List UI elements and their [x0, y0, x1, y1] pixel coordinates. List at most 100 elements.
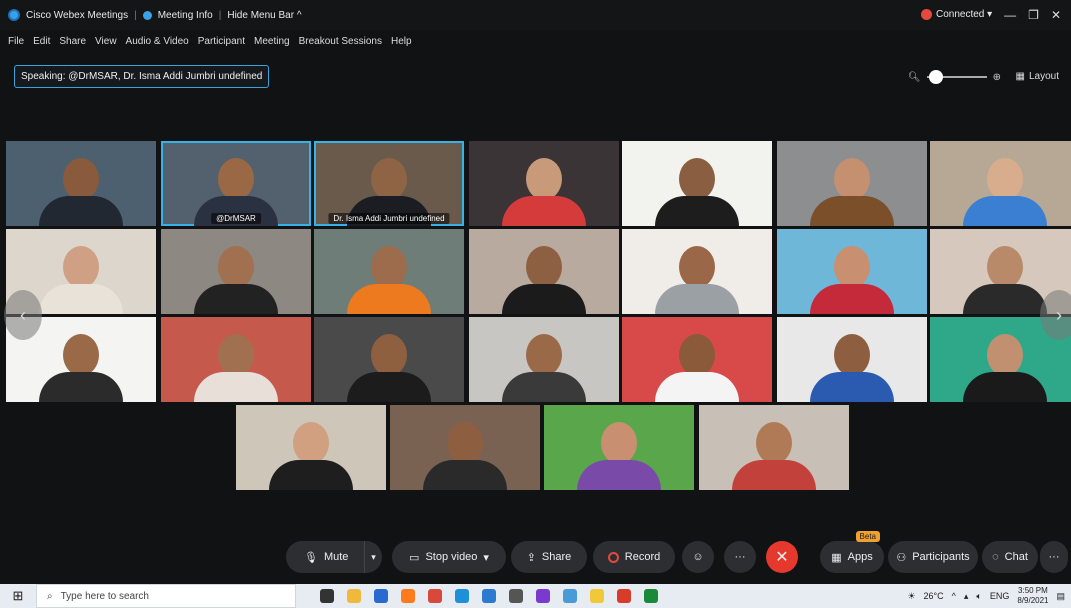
participant-body — [810, 284, 894, 314]
more-options-button[interactable]: ··· — [724, 541, 756, 573]
edge-icon[interactable] — [455, 589, 469, 603]
meeting-info-button[interactable]: Meeting Info — [158, 10, 213, 21]
participant-face — [987, 246, 1023, 288]
video-options-chevron-icon[interactable]: ▾ — [483, 551, 489, 564]
participant-video — [655, 246, 739, 314]
participant-video-tile[interactable] — [469, 317, 619, 402]
network-icon[interactable]: ▴ — [964, 591, 969, 602]
windows-start-icon[interactable]: ⊞ — [0, 584, 36, 608]
menu-file[interactable]: File — [8, 36, 24, 47]
share-button[interactable]: ⇪ Share — [511, 541, 587, 573]
photos-icon[interactable] — [563, 589, 577, 603]
next-page-arrow[interactable]: › — [1040, 290, 1071, 340]
hide-menu-bar-button[interactable]: Hide Menu Bar ^ — [227, 10, 301, 21]
zoom-slider-knob[interactable] — [928, 70, 943, 84]
leave-meeting-button[interactable]: ✕ — [766, 541, 798, 573]
participant-body — [347, 372, 431, 402]
zoom-in-icon[interactable]: ⊕ — [993, 72, 1001, 83]
close-window-button[interactable]: ✕ — [1051, 8, 1061, 22]
mute-button[interactable]: 🎙︎ Mute ▾ — [286, 541, 382, 573]
menu-participant[interactable]: Participant — [198, 36, 245, 47]
file-explorer-icon[interactable] — [347, 589, 361, 603]
task-view-icon[interactable] — [320, 589, 334, 603]
participants-button[interactable]: ⚇ Participants — [888, 541, 978, 573]
media-icon[interactable] — [536, 589, 550, 603]
language-indicator[interactable]: ENG — [990, 591, 1010, 601]
previous-page-arrow[interactable]: ‹ — [4, 290, 42, 340]
webex-logo-icon — [8, 9, 20, 21]
participant-video-tile[interactable] — [777, 141, 927, 226]
participant-video-tile[interactable] — [236, 405, 386, 490]
webex-icon[interactable] — [644, 589, 658, 603]
participant-face — [218, 334, 254, 376]
minimize-button[interactable]: — — [1004, 8, 1016, 22]
weather-icon[interactable]: ☀ — [907, 591, 915, 602]
search-placeholder: Type here to search — [60, 590, 149, 602]
connection-status[interactable]: Connected ▾ — [920, 9, 992, 21]
participant-video-tile[interactable] — [314, 317, 464, 402]
tray-chevron-icon[interactable]: ^ — [952, 591, 956, 601]
participant-video-tile[interactable] — [161, 229, 311, 314]
stop-video-button[interactable]: ▭ Stop video ▾ — [392, 541, 506, 573]
participant-video-tile[interactable]: Dr. Isma Addi Jumbri undefined — [314, 141, 464, 226]
zoom-control[interactable]: 🔍︎ ⊕ — [908, 68, 1001, 86]
participant-video — [732, 422, 816, 490]
chrome-icon[interactable] — [428, 589, 442, 603]
participant-video-tile[interactable] — [777, 229, 927, 314]
zoom-out-icon[interactable]: 🔍︎ — [908, 72, 921, 83]
participant-face — [601, 422, 637, 464]
zoom-slider[interactable] — [926, 70, 987, 84]
layout-button[interactable]: ▦ Layout — [1010, 66, 1065, 86]
firefox-icon[interactable] — [401, 589, 415, 603]
participant-video-tile[interactable]: @DrMSAR — [161, 141, 311, 226]
record-button[interactable]: Record — [593, 541, 675, 573]
participant-video-tile[interactable] — [390, 405, 540, 490]
participant-video-tile[interactable] — [469, 229, 619, 314]
participant-video-tile[interactable] — [544, 405, 694, 490]
participant-video-tile[interactable] — [161, 317, 311, 402]
restore-button[interactable]: ❐ — [1028, 8, 1039, 22]
menu-audio-video[interactable]: Audio & Video — [126, 36, 189, 47]
apps-button[interactable]: Beta ▦ Apps — [820, 531, 884, 573]
files-icon[interactable] — [509, 589, 523, 603]
menu-help[interactable]: Help — [391, 36, 412, 47]
participant-video-tile[interactable] — [622, 229, 772, 314]
participant-face — [63, 246, 99, 288]
participant-video-tile[interactable] — [314, 229, 464, 314]
title-bar: Cisco Webex Meetings | Meeting Info | Hi… — [0, 0, 1071, 30]
notifications-icon[interactable]: ▤ — [1056, 591, 1065, 602]
participant-video-tile[interactable] — [777, 317, 927, 402]
menu-share[interactable]: Share — [59, 36, 86, 47]
menu-edit[interactable]: Edit — [33, 36, 50, 47]
sticky-notes-icon[interactable] — [590, 589, 604, 603]
participant-video-tile[interactable] — [6, 141, 156, 226]
mail-icon[interactable] — [482, 589, 496, 603]
participant-body — [732, 460, 816, 490]
participant-video — [810, 334, 894, 402]
participant-face — [987, 158, 1023, 200]
menu-breakout-sessions[interactable]: Breakout Sessions — [299, 36, 382, 47]
participant-video-tile[interactable] — [699, 405, 849, 490]
menu-bar: File Edit Share View Audio & Video Parti… — [0, 30, 1071, 52]
mute-options-chevron-icon[interactable]: ▾ — [364, 541, 382, 573]
participant-video — [655, 334, 739, 402]
speaking-indicator: Speaking: @DrMSAR, Dr. Isma Addi Jumbri … — [14, 65, 270, 88]
participant-video-tile[interactable] — [622, 317, 772, 402]
taskbar-search-box[interactable]: ⌕ Type here to search — [36, 584, 296, 608]
participant-video-tile[interactable] — [469, 141, 619, 226]
stop-video-label: Stop video — [425, 551, 478, 563]
volume-icon[interactable]: 🔈︎ — [976, 591, 981, 602]
menu-meeting[interactable]: Meeting — [254, 36, 290, 47]
participant-video — [194, 334, 278, 402]
menu-view[interactable]: View — [95, 36, 117, 47]
more-panels-button[interactable]: ··· — [1040, 541, 1068, 573]
temperature[interactable]: 26°C — [924, 591, 944, 601]
store-icon[interactable] — [374, 589, 388, 603]
taskbar-clock[interactable]: 3:50 PM 8/9/2021 — [1017, 586, 1048, 606]
participant-body — [39, 196, 123, 226]
office-icon[interactable] — [617, 589, 631, 603]
participant-video-tile[interactable] — [622, 141, 772, 226]
participant-video-tile[interactable] — [930, 141, 1071, 226]
reactions-button[interactable]: ☺ — [682, 541, 714, 573]
chat-button[interactable]: ◌ Chat — [982, 541, 1038, 573]
